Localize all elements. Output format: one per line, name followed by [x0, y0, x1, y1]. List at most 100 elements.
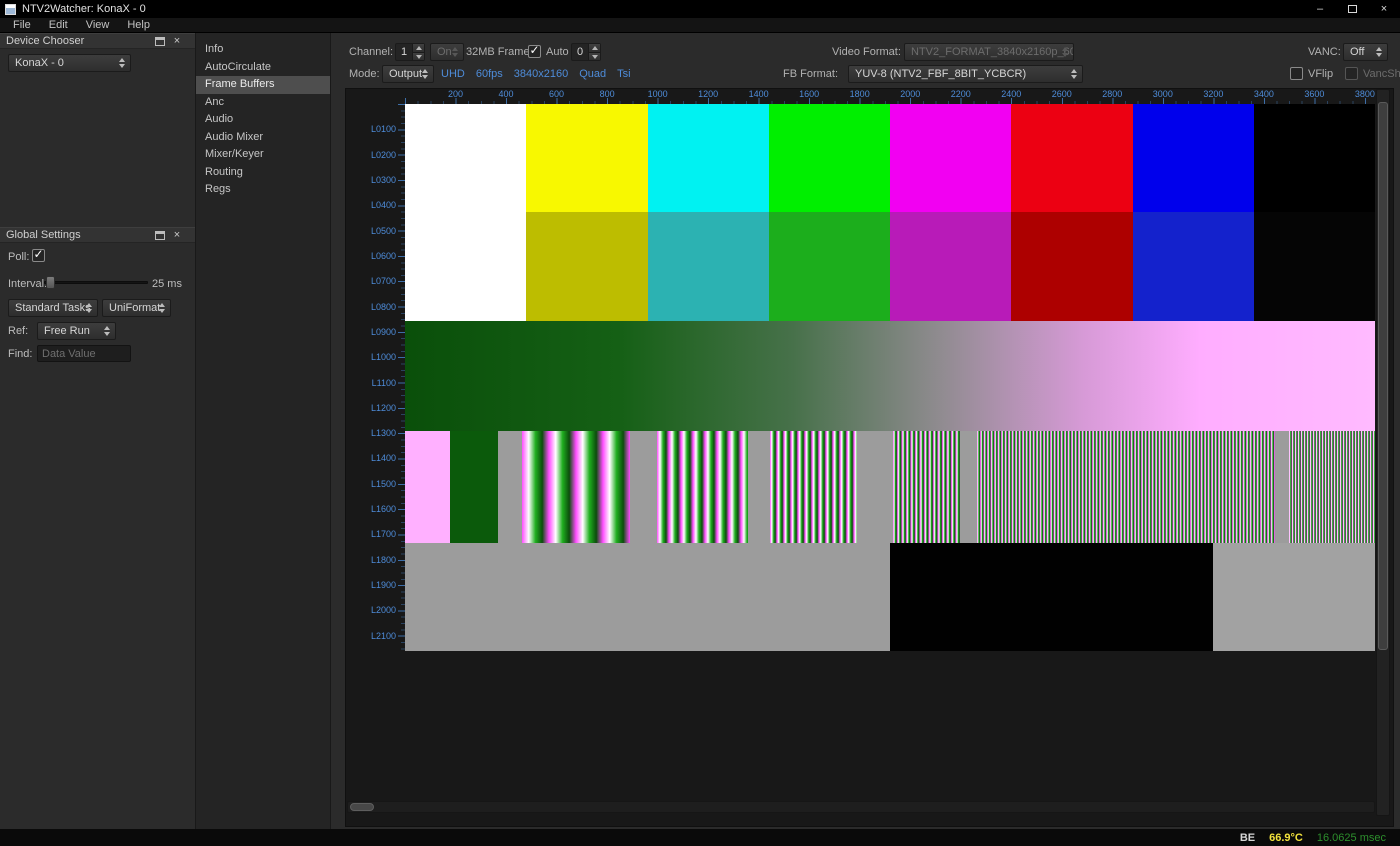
channel-spinbox[interactable]: 1 [395, 43, 425, 61]
line-label: L1800 [371, 555, 396, 565]
app-window: NTV2Watcher: KonaX - 0 – × FileEditViewH… [0, 0, 1400, 846]
spin-up-button[interactable] [589, 44, 600, 53]
bars-top [405, 104, 1375, 212]
color-bar [890, 104, 1011, 212]
vertical-scrollbar-thumb[interactable] [1378, 102, 1388, 650]
nav-item-regs[interactable]: Regs [196, 181, 330, 199]
toolbar-row-1: Channel: 1 On 32MB Frame: ✓ Auto 0 Video… [331, 43, 1400, 63]
interval-slider[interactable] [44, 276, 148, 289]
channel-enable-value: On [437, 46, 452, 58]
pattern-solid [498, 431, 522, 543]
channel-enable-select: On [430, 43, 464, 61]
status-timing: 16.0625 msec [1317, 832, 1386, 844]
menu-item-view[interactable]: View [77, 19, 119, 31]
pattern-solid [630, 431, 657, 543]
line-label: L0200 [371, 150, 396, 160]
vflip-checkbox[interactable] [1290, 67, 1303, 80]
ruler-tick-label: 2000 [900, 89, 920, 99]
format-info-item: 3840x2160 [514, 68, 568, 80]
color-bar [405, 104, 526, 212]
menu-item-edit[interactable]: Edit [40, 19, 77, 31]
pattern-solid [890, 543, 1213, 651]
nav-item-frame-buffers[interactable]: Frame Buffers [196, 76, 330, 94]
line-ticks [398, 104, 405, 652]
line-label: L1900 [371, 580, 396, 590]
interval-value: 25 ms [152, 278, 182, 290]
spin-down-button[interactable] [413, 53, 424, 61]
vertical-scrollbar[interactable] [1376, 89, 1390, 816]
dropdown-arrows-icon [1062, 47, 1068, 57]
line-label: L2100 [371, 631, 396, 641]
spin-up-button[interactable] [413, 44, 424, 53]
ref-select[interactable]: Free Run [37, 322, 116, 340]
spin-buttons [588, 44, 600, 60]
tasks-select[interactable]: Standard Tasks [8, 299, 98, 317]
nav-item-audio-mixer[interactable]: Audio Mixer [196, 129, 330, 147]
nav-item-mixer-keyer[interactable]: Mixer/Keyer [196, 146, 330, 164]
auto-spinbox[interactable]: 0 [571, 43, 601, 61]
color-bar [405, 212, 526, 321]
toolbar-row-2: Mode: Output UHD60fps3840x2160QuadTsi FB… [331, 65, 1400, 85]
vancshift-checkbox [1345, 67, 1358, 80]
window-controls: – × [1304, 0, 1400, 18]
bottom-band [405, 543, 1375, 651]
line-label: L1300 [371, 428, 396, 438]
format-info: UHD60fps3840x2160QuadTsi [441, 68, 631, 80]
maximize-button[interactable] [1336, 0, 1368, 18]
nav-item-audio[interactable]: Audio [196, 111, 330, 129]
nav-item-info[interactable]: Info [196, 41, 330, 59]
video-format-select: NTV2_FORMAT_3840x2160p_6000 [904, 43, 1074, 61]
vanc-select[interactable]: Off [1343, 43, 1388, 61]
pattern-stripes [977, 431, 1275, 543]
close-icon: × [1381, 3, 1387, 15]
vflip-label: VFlip [1308, 68, 1333, 80]
channel-label: Channel: [349, 46, 393, 58]
line-label: L0300 [371, 175, 396, 185]
device-select[interactable]: KonaX - 0 [8, 54, 131, 72]
nav-item-autocirculate[interactable]: AutoCirculate [196, 59, 330, 77]
nav-item-routing[interactable]: Routing [196, 164, 330, 182]
burst-band [405, 431, 1375, 543]
vanc-value: Off [1350, 46, 1364, 58]
poll-checkbox[interactable]: ✓ [32, 249, 45, 262]
horizontal-scrollbar[interactable] [347, 801, 1375, 813]
close-panel-icon[interactable]: × [171, 34, 183, 49]
color-bar [890, 212, 1011, 321]
menu-item-help[interactable]: Help [118, 19, 159, 31]
pattern-solid [405, 543, 890, 651]
uniformat-select[interactable]: UniFormat [102, 299, 171, 317]
device-select-value: KonaX - 0 [15, 57, 64, 69]
pattern-solid [1275, 431, 1289, 543]
menu-item-file[interactable]: File [4, 19, 40, 31]
dropdown-arrows-icon [104, 326, 110, 336]
mode-select[interactable]: Output [382, 65, 434, 83]
float-panel-icon[interactable] [155, 37, 165, 46]
slider-handle[interactable] [46, 276, 55, 289]
ruler-tick-label: 2600 [1052, 89, 1072, 99]
horizontal-scrollbar-thumb[interactable] [350, 803, 374, 811]
ruler-tick-label: 1800 [850, 89, 870, 99]
frame-buffer-image [405, 104, 1375, 651]
status-bar: BE 66.9°C 16.0625 msec [0, 829, 1400, 846]
line-label: L1200 [371, 403, 396, 413]
global-settings-titlebar: Global Settings × [0, 227, 195, 243]
fb-format-select[interactable]: YUV-8 (NTV2_FBF_8BIT_YCBCR) [848, 65, 1083, 83]
app-icon [5, 4, 16, 15]
ruler-tick-label: 400 [499, 89, 514, 99]
vancshift-label: VancShift [1363, 68, 1400, 80]
pattern-stripes [657, 431, 748, 543]
device-chooser-title: Device Chooser [6, 35, 84, 47]
color-bar [526, 104, 647, 212]
nav-item-anc[interactable]: Anc [196, 94, 330, 112]
find-input[interactable] [37, 345, 131, 362]
frame32-checkbox[interactable]: ✓ [528, 45, 541, 58]
float-panel-icon[interactable] [155, 231, 165, 240]
spin-buttons [412, 44, 424, 60]
spin-down-button[interactable] [589, 53, 600, 61]
dropdown-arrows-icon [1071, 69, 1077, 79]
minimize-button[interactable]: – [1304, 0, 1336, 18]
close-button[interactable]: × [1368, 0, 1400, 18]
close-panel-icon[interactable]: × [171, 228, 183, 243]
dropdown-arrows-icon [86, 303, 92, 313]
color-bar [648, 212, 769, 321]
